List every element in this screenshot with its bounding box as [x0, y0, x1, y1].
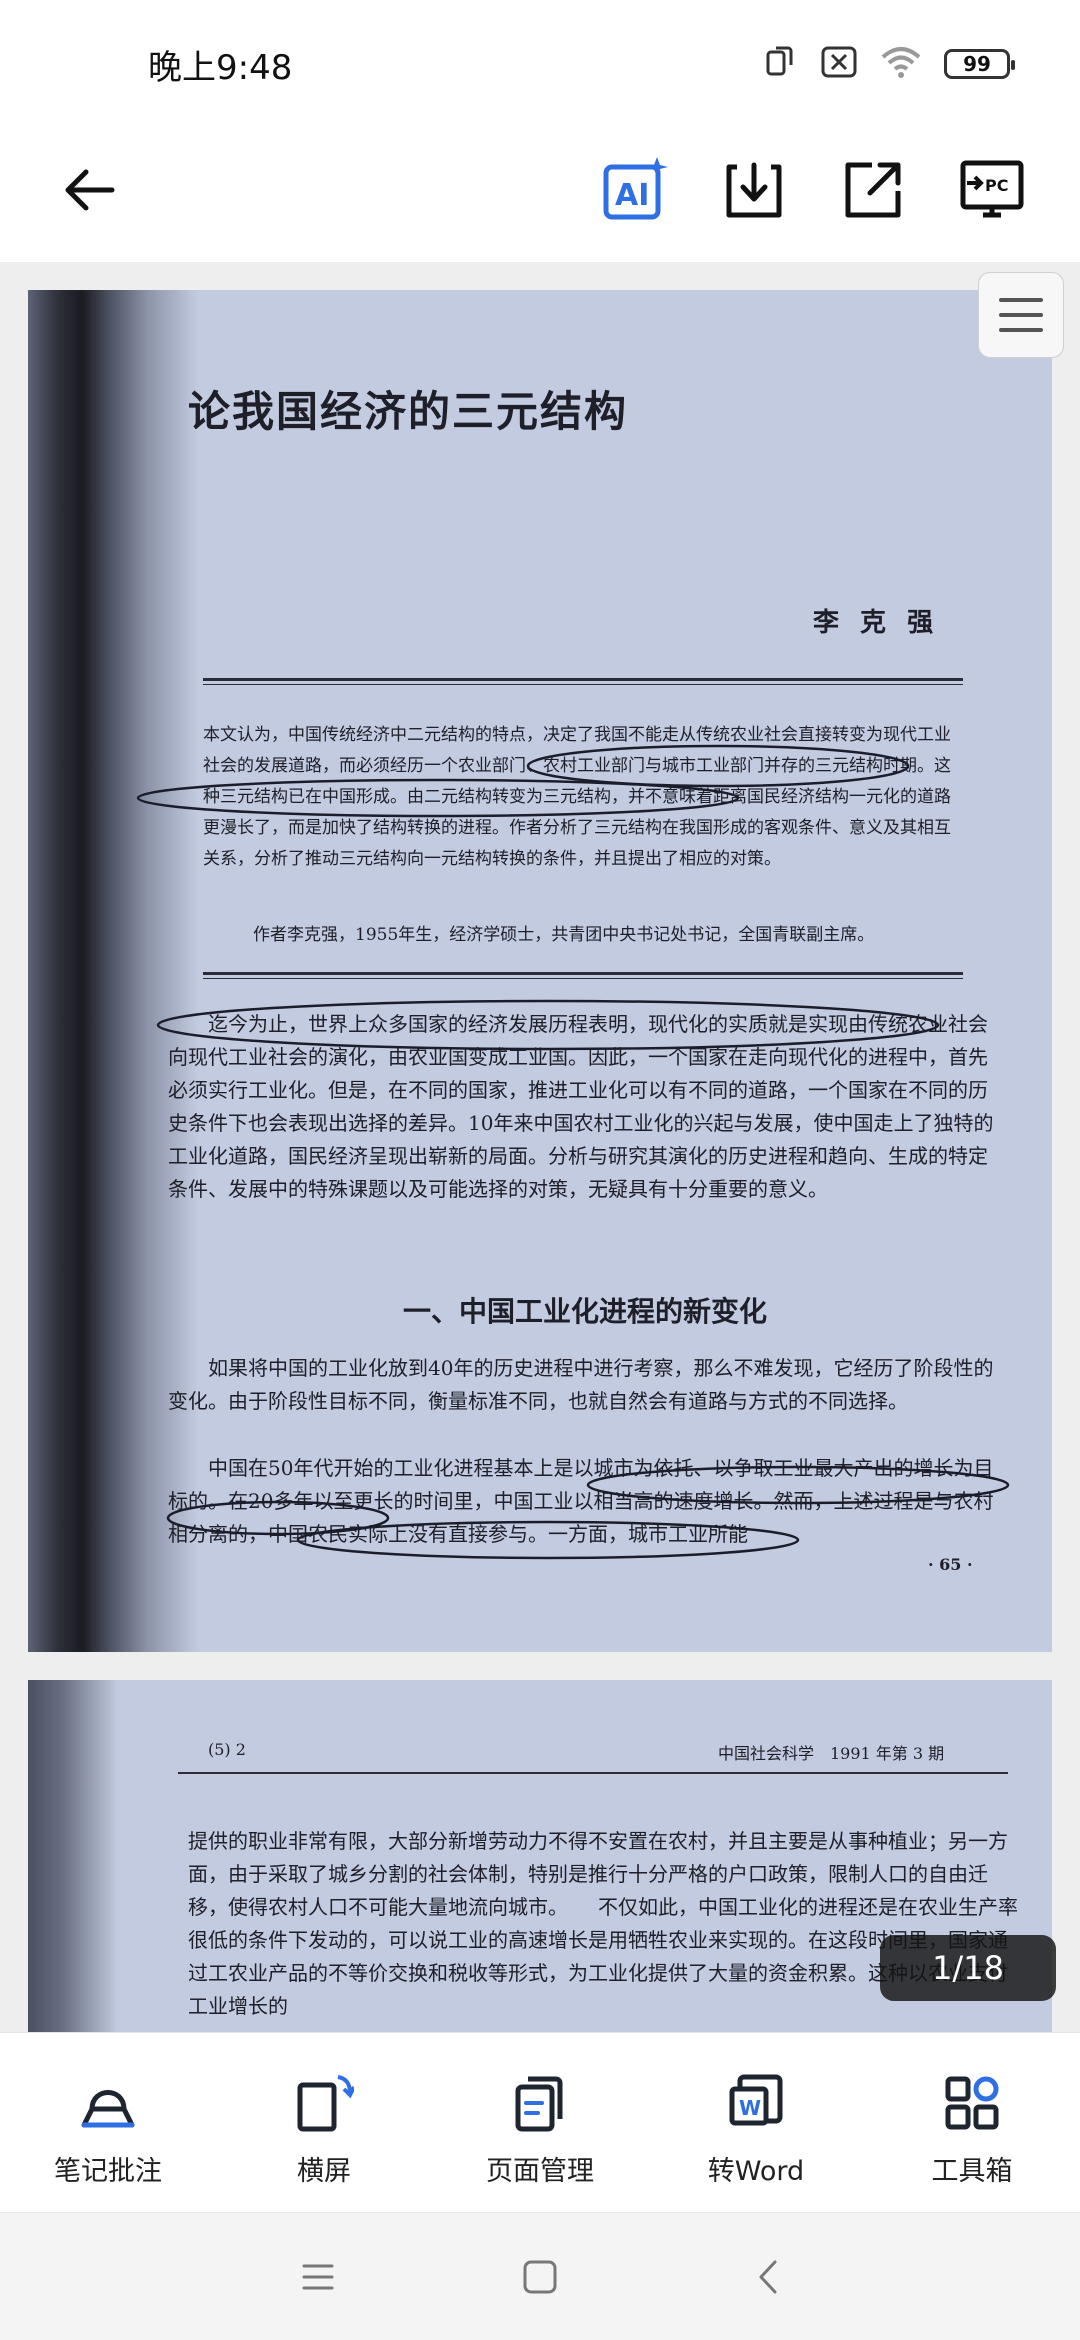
- system-nav-bar: [0, 2212, 1080, 2340]
- system-back-button[interactable]: [738, 2251, 798, 2303]
- rotate-icon: [297, 2075, 354, 2132]
- word-icon: W: [729, 2074, 783, 2126]
- bottom-bar-label: 页面管理: [486, 2156, 594, 2187]
- svg-text:AI: AI: [615, 178, 649, 213]
- page-management-button[interactable]: 页面管理: [432, 2033, 648, 2212]
- convert-word-button[interactable]: W 转Word: [648, 2033, 864, 2212]
- bottom-bar-label: 工具箱: [931, 2156, 1013, 2187]
- menu-icon: [302, 2264, 334, 2290]
- svg-text:W: W: [739, 2096, 761, 2120]
- status-icons: 99: [762, 44, 1015, 84]
- annotate-button[interactable]: 笔记批注: [0, 2033, 216, 2212]
- divider: [178, 1772, 1008, 1774]
- journal-header: 中国社会科学 1991 年第 3 期: [718, 1744, 945, 1763]
- status-time: 晚上9:48: [148, 48, 293, 88]
- back-button[interactable]: [48, 150, 128, 230]
- document-page-1[interactable]: 论我国经济的三元结构 李 克 强 本文认为，中国传统经济中二元结构的特点，决定了…: [28, 290, 1052, 1652]
- share-icon: [845, 162, 901, 218]
- toolbox-icon: [945, 2076, 999, 2130]
- bottom-action-bar: 笔记批注 横屏 页面管理 W 转Word 工具箱: [0, 2032, 1080, 2212]
- ai-button[interactable]: AI: [594, 150, 674, 230]
- back-arrow-icon: [65, 169, 115, 211]
- bottom-bar-label: 笔记批注: [54, 2156, 162, 2187]
- sim-icon: [762, 44, 798, 84]
- pc-icon: PC: [960, 160, 1024, 218]
- recents-button[interactable]: [288, 2251, 348, 2303]
- chevron-left-icon: [759, 2260, 777, 2294]
- pages-icon: [515, 2076, 563, 2132]
- handwritten-annotations: [136, 744, 1010, 1560]
- bottom-bar-label: 转Word: [707, 2156, 805, 2187]
- no-sim-icon: [820, 45, 858, 83]
- page-spine-shadow: [28, 1680, 118, 2032]
- download-icon: [726, 162, 782, 218]
- bottom-bar-label: 横屏: [297, 2156, 351, 2187]
- home-icon: [523, 2260, 557, 2294]
- landscape-button[interactable]: 横屏: [216, 2033, 432, 2212]
- outline-menu-button[interactable]: [978, 272, 1064, 358]
- menu-icon: [999, 298, 1043, 332]
- pc-transfer-button[interactable]: PC: [952, 150, 1032, 230]
- ai-icon: AI: [603, 157, 668, 220]
- battery-icon: 99: [944, 49, 1015, 79]
- home-button[interactable]: [510, 2251, 570, 2303]
- page-indicator: 1/18: [880, 1935, 1056, 2001]
- wifi-icon: [880, 45, 922, 83]
- annotate-icon: [81, 2090, 135, 2128]
- download-button[interactable]: [714, 150, 794, 230]
- page-header: (5) 2: [208, 1740, 246, 1759]
- status-bar: 晚上9:48 99: [0, 0, 1080, 130]
- svg-text:PC: PC: [985, 176, 1008, 195]
- share-button[interactable]: [833, 150, 913, 230]
- toolbox-button[interactable]: 工具箱: [864, 2033, 1080, 2212]
- top-toolbar: AI PC: [0, 130, 1080, 260]
- document-viewer[interactable]: 论我国经济的三元结构 李 克 强 本文认为，中国传统经济中二元结构的特点，决定了…: [0, 262, 1080, 2032]
